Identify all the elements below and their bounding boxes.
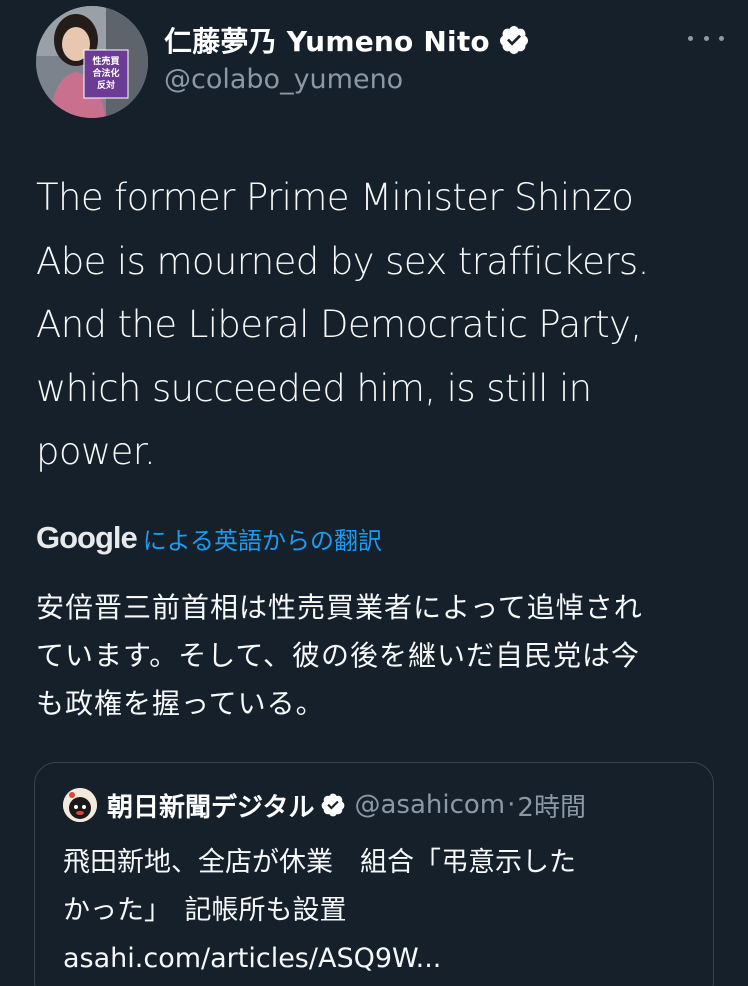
translation-label-link[interactable]: による英語からの翻訳 (143, 521, 382, 556)
asahi-logo-icon (63, 788, 97, 822)
quoted-display-name: 朝日新聞デジタル (107, 792, 315, 823)
avatar-sign-line-2: 合法化 (92, 67, 119, 79)
quoted-link[interactable]: asahi.com/articles/ASQ9W... (63, 943, 441, 974)
translation-attribution: Google による英語からの翻訳 (36, 518, 382, 558)
more-dot (719, 35, 724, 41)
avatar-photo: 性売買 合法化 反対 (36, 6, 148, 118)
tweet-header: 性売買 合法化 反対 仁藤夢乃 Yumeno Nito @colabo_yume… (36, 6, 728, 118)
author-handle[interactable]: @colabo_yumeno (164, 64, 530, 95)
quoted-handle: @asahicom (354, 790, 506, 820)
quoted-tweet-text: 飛田新地、全店が休業 組合「弔意示した かった」 記帳所も設置 asahi.co… (63, 839, 703, 983)
more-options-icon[interactable] (688, 28, 724, 48)
quoted-verified-badge-icon (322, 793, 345, 817)
avatar-sign-line-3: 反対 (97, 79, 115, 91)
quoted-headline: 飛田新地、全店が休業 組合「弔意示した かった」 記帳所も設置 (63, 847, 576, 926)
separator-dot: · (507, 790, 516, 820)
translated-text: 安倍晋三前首相は性売買業者によって追悼され ています。そして、彼の後を継いだ自民… (36, 591, 643, 720)
verified-badge-icon (499, 26, 528, 54)
google-logo: Google (36, 520, 138, 555)
quoted-avatar[interactable] (63, 788, 97, 822)
quoted-timestamp: 2時間 (517, 792, 586, 823)
author-names: 仁藤夢乃 Yumeno Nito @colabo_yumeno (164, 20, 530, 95)
display-name-row: 仁藤夢乃 Yumeno Nito (164, 20, 530, 60)
tweet-detail: 性売買 合法化 反対 仁藤夢乃 Yumeno Nito @colabo_yume… (0, 0, 748, 986)
quoted-tweet-header: 朝日新聞デジタル @asahicom · 2時間 (63, 785, 586, 825)
avatar[interactable]: 性売買 合法化 反対 (36, 6, 148, 118)
tweet-text: The former Prime Minister Shinzo Abe is … (36, 176, 649, 473)
display-name[interactable]: 仁藤夢乃 Yumeno Nito (164, 20, 490, 60)
avatar-sign-line-1: 性売買 (92, 55, 119, 67)
quoted-tweet[interactable]: 朝日新聞デジタル @asahicom · 2時間 飛田新地、全店が休業 組合「弔… (34, 762, 714, 986)
more-dot (688, 35, 693, 41)
more-dot (703, 35, 709, 41)
